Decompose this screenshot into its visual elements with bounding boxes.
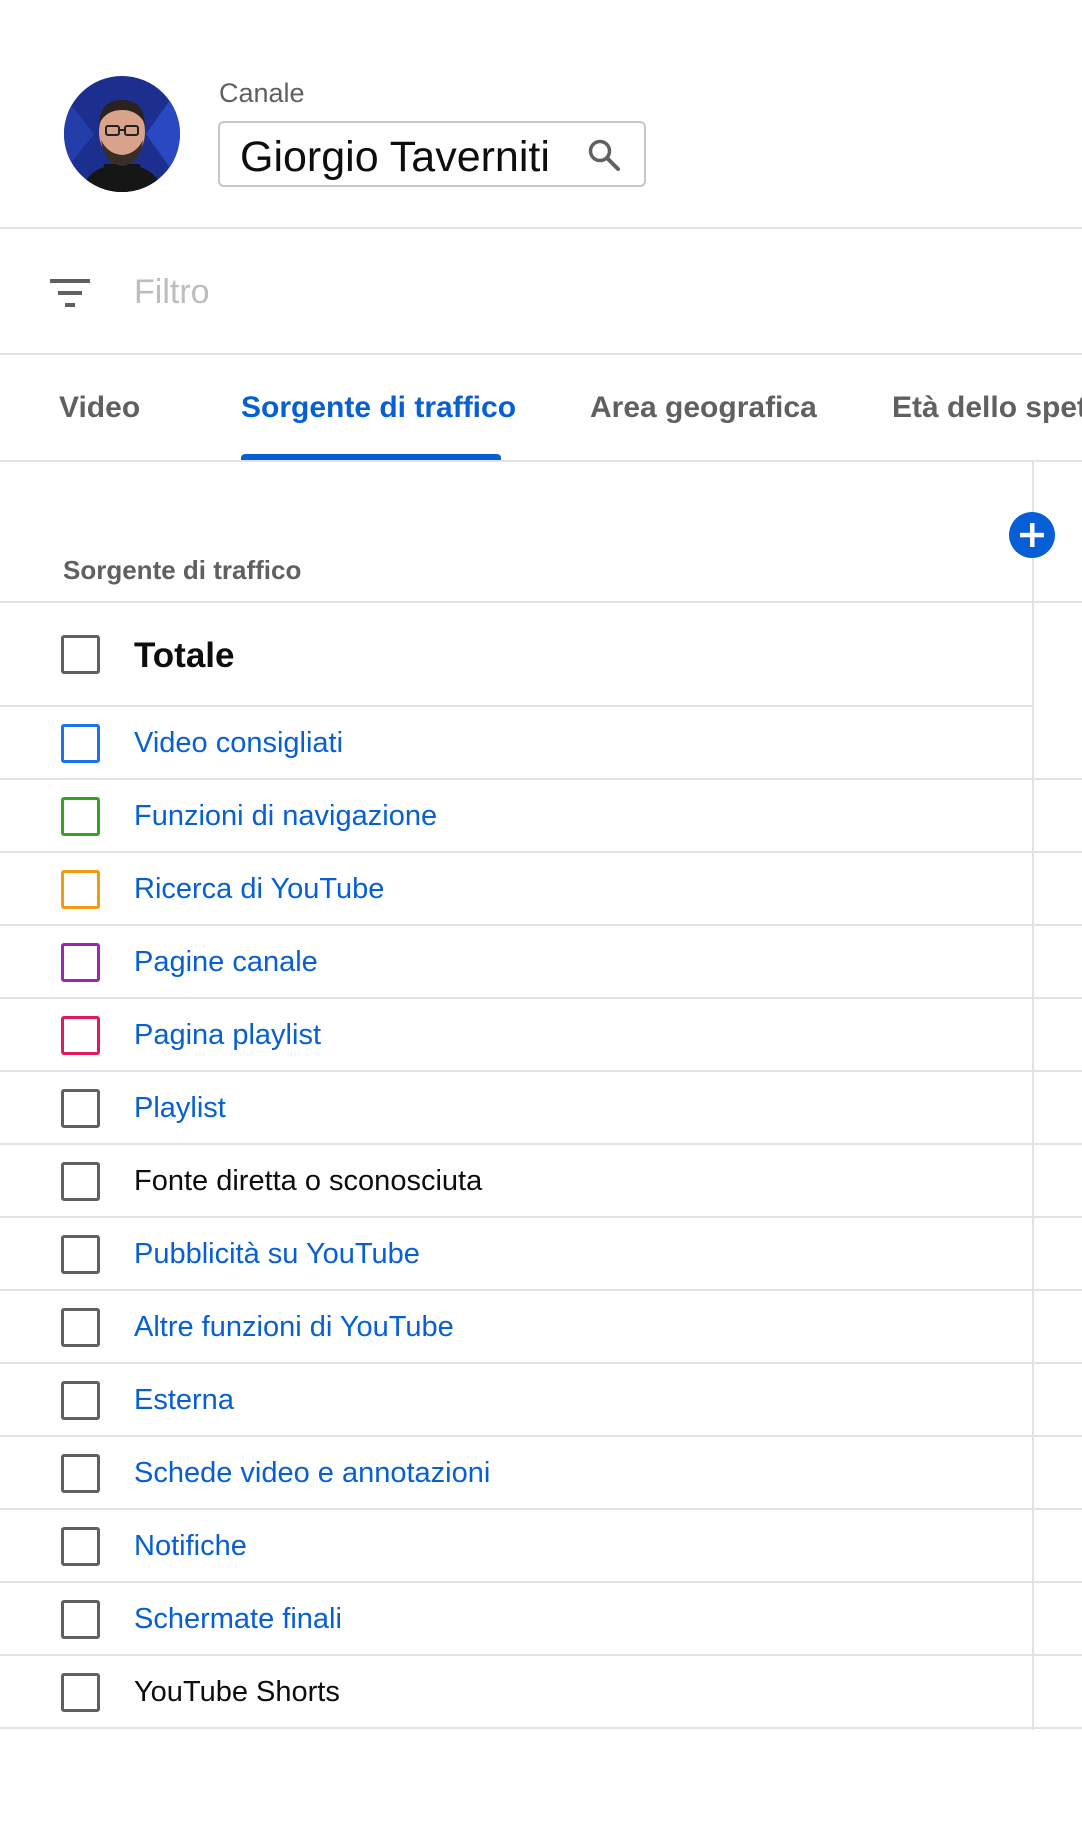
avatar-image — [64, 76, 180, 192]
column-header-traffic-source[interactable]: Sorgente di traffico — [63, 555, 301, 586]
add-circle-icon — [1020, 523, 1044, 547]
avatar — [64, 76, 180, 192]
row-checkbox[interactable] — [61, 1673, 100, 1712]
total-label: Totale — [134, 636, 235, 675]
channel-name: Giorgio Taverniti — [240, 133, 550, 181]
row-label[interactable]: Pubblicità su YouTube — [134, 1238, 420, 1271]
tab-geography[interactable]: Area geografica — [590, 391, 817, 425]
tab-traffic-source[interactable]: Sorgente di traffico — [241, 391, 516, 425]
add-metric-button[interactable] — [1009, 512, 1055, 558]
table-row: YouTube Shorts — [0, 1656, 1082, 1729]
active-tab-indicator — [241, 454, 501, 460]
table-row: Video consigliati — [0, 707, 1082, 780]
row-label[interactable]: Pagine canale — [134, 946, 318, 979]
table-row: Pubblicità su YouTube — [0, 1218, 1082, 1291]
row-checkbox[interactable] — [61, 943, 100, 982]
channel-selector[interactable]: Giorgio Taverniti — [218, 121, 646, 187]
row-label[interactable]: Altre funzioni di YouTube — [134, 1311, 454, 1344]
row-checkbox[interactable] — [61, 1162, 100, 1201]
table-row: Fonte diretta o sconosciuta — [0, 1145, 1082, 1218]
filter-icon[interactable] — [48, 273, 94, 313]
row-checkbox[interactable] — [61, 1308, 100, 1347]
table-row: Playlist — [0, 1072, 1082, 1145]
filter-input[interactable]: Filtro — [134, 273, 210, 312]
row-checkbox[interactable] — [61, 724, 100, 763]
row-label[interactable]: Esterna — [134, 1384, 234, 1417]
row-label[interactable]: Video consigliati — [134, 727, 343, 760]
table-row: Pagina playlist — [0, 999, 1082, 1072]
report-tabs: Video Sorgente di traffico Area geografi… — [0, 357, 1082, 462]
row-checkbox[interactable] — [61, 1016, 100, 1055]
table-row: Schermate finali — [0, 1583, 1082, 1656]
row-label[interactable]: Funzioni di navigazione — [134, 800, 437, 833]
tab-video[interactable]: Video — [59, 391, 140, 425]
channel-header: Canale Giorgio Taverniti — [0, 0, 1082, 229]
channel-label: Canale — [219, 78, 305, 108]
row-label[interactable]: Notifiche — [134, 1530, 247, 1563]
row-checkbox[interactable] — [61, 1454, 100, 1493]
table-row: Pagine canale — [0, 926, 1082, 999]
total-row: Totale — [0, 603, 1032, 707]
row-label[interactable]: Playlist — [134, 1092, 226, 1125]
youtube-studio-analytics-panel: Canale Giorgio Taverniti Filtro Video So… — [0, 0, 1082, 1822]
traffic-source-list: Video consigliati Funzioni di navigazione… — [0, 707, 1082, 1729]
row-checkbox[interactable] — [61, 1527, 100, 1566]
table-row: Esterna — [0, 1364, 1082, 1437]
row-checkbox[interactable] — [61, 1089, 100, 1128]
table-row: Altre funzioni di YouTube — [0, 1291, 1082, 1364]
table-row: Funzioni di navigazione — [0, 780, 1082, 853]
table-row: Notifiche — [0, 1510, 1082, 1583]
total-checkbox[interactable] — [61, 635, 100, 674]
table-row: Schede video e annotazioni — [0, 1437, 1082, 1510]
row-label[interactable]: Schede video e annotazioni — [134, 1457, 490, 1490]
table-row: Ricerca di YouTube — [0, 853, 1082, 926]
row-checkbox[interactable] — [61, 797, 100, 836]
row-label: Fonte diretta o sconosciuta — [134, 1165, 483, 1197]
search-icon[interactable] — [586, 137, 622, 173]
row-checkbox[interactable] — [61, 1381, 100, 1420]
filter-bar[interactable]: Filtro — [0, 231, 1082, 355]
tab-viewer-age[interactable]: Età dello spett — [892, 391, 1082, 425]
row-checkbox[interactable] — [61, 1235, 100, 1274]
row-label[interactable]: Schermate finali — [134, 1603, 342, 1636]
row-label[interactable]: Pagina playlist — [134, 1019, 321, 1052]
row-label: YouTube Shorts — [134, 1676, 340, 1708]
row-checkbox[interactable] — [61, 1600, 100, 1639]
row-label[interactable]: Ricerca di YouTube — [134, 873, 384, 906]
row-checkbox[interactable] — [61, 870, 100, 909]
